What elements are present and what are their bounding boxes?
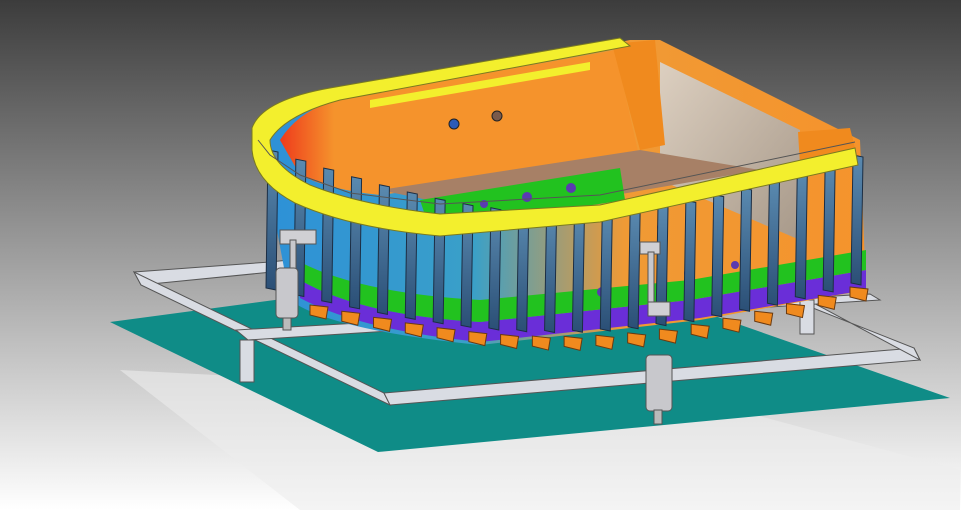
actuator-bracket-top (279, 229, 317, 245)
rib (376, 184, 390, 316)
rib (739, 187, 753, 312)
port-hole (448, 118, 460, 130)
port-hole (491, 110, 503, 122)
rib (571, 211, 585, 333)
rib (349, 176, 363, 310)
rib (544, 211, 558, 334)
actuator-foot (653, 409, 663, 425)
port-hole (522, 192, 532, 202)
cad-viewport[interactable] (0, 0, 961, 510)
rib (822, 163, 836, 293)
cad-scene (0, 0, 961, 510)
frame-post-left (239, 339, 255, 383)
rib (627, 208, 641, 330)
actuator-cylinder (645, 354, 673, 412)
rib (850, 154, 864, 286)
port-hole (731, 261, 739, 269)
actuator-crossarm (647, 301, 671, 317)
rib (766, 179, 780, 306)
actuator-foot (282, 317, 292, 331)
rib (599, 210, 613, 332)
rib (794, 171, 808, 300)
rib (683, 199, 697, 323)
rib (321, 167, 335, 304)
port-hole (566, 183, 576, 193)
actuator-cylinder (275, 267, 299, 319)
rib (711, 194, 725, 318)
